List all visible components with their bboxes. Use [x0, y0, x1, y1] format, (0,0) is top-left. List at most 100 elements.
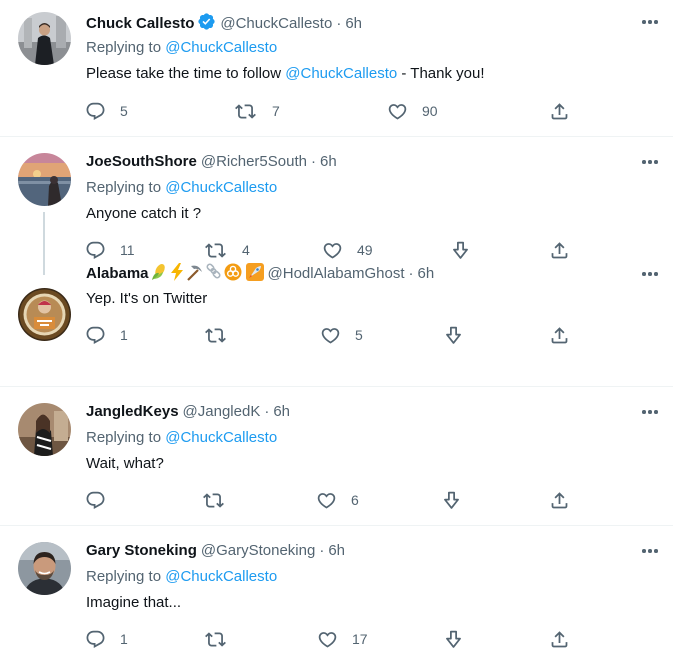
tweet-header: Alabama @HodlAlabamGhost · 6h: [86, 263, 613, 285]
downvote-button[interactable]: [443, 628, 464, 650]
downvote-button[interactable]: [441, 489, 462, 511]
retweet-button[interactable]: [203, 489, 224, 511]
reply-count: 1: [120, 631, 128, 647]
timestamp[interactable]: 6h: [345, 15, 362, 32]
reply-icon: [85, 490, 106, 511]
share-button[interactable]: [549, 324, 570, 346]
tweet-header: JoeSouthShore @Richer5South · 6h: [86, 152, 613, 172]
downvote-icon: [450, 240, 471, 261]
tweet-4[interactable]: JangledKeys @JangledK · 6h Replying to @Chu…: [0, 387, 673, 526]
tweet-3[interactable]: Alabama @HodlAlabamGhost · 6h Yep. It's on …: [0, 263, 673, 387]
like-button[interactable]: 17: [317, 628, 368, 650]
replying-to-label: Replying to: [86, 568, 162, 585]
retweet-icon: [205, 240, 226, 261]
tweet-text: Anyone catch it ?: [86, 205, 202, 222]
more-options-icon[interactable]: [639, 402, 661, 422]
reply-button[interactable]: [85, 489, 106, 511]
share-icon: [549, 490, 570, 511]
more-options-icon[interactable]: [639, 541, 661, 561]
author-handle[interactable]: @ChuckCallesto: [220, 15, 332, 32]
separator-dot: ·: [408, 265, 414, 282]
like-icon: [316, 490, 337, 511]
downvote-button[interactable]: [450, 239, 471, 261]
separator-dot: ·: [310, 153, 316, 170]
more-options-icon[interactable]: [639, 152, 661, 172]
share-icon: [549, 325, 570, 346]
like-count: 5: [355, 327, 363, 343]
rocket-emoji: [245, 263, 264, 288]
downvote-icon: [443, 629, 464, 650]
author-handle[interactable]: @Richer5South: [201, 153, 307, 170]
retweet-button[interactable]: [205, 628, 226, 650]
reply-icon: [85, 101, 106, 122]
separator-dot: ·: [336, 15, 342, 32]
avatar[interactable]: [18, 153, 71, 206]
author-handle[interactable]: @JangledK: [183, 403, 261, 420]
more-options-icon[interactable]: [639, 264, 661, 284]
biohazard-emoji: [224, 263, 242, 288]
avatar[interactable]: [18, 542, 71, 595]
like-button[interactable]: 5: [320, 324, 363, 346]
tweet-text: Please take the time to follow @ChuckCal…: [86, 63, 633, 85]
mention-link[interactable]: @ChuckCallesto: [165, 39, 277, 56]
separator-dot: ·: [264, 403, 270, 420]
author-name[interactable]: Chuck Callesto: [86, 15, 194, 32]
reply-count: 11: [120, 242, 135, 258]
author-name[interactable]: Alabama: [86, 265, 149, 282]
author-name[interactable]: JoeSouthShore: [86, 153, 197, 170]
share-button[interactable]: [549, 100, 570, 122]
avatar[interactable]: [18, 403, 71, 456]
tweet-header: JangledKeys @JangledK · 6h: [86, 402, 613, 422]
tweet-1[interactable]: Chuck Callesto @ChuckCallesto · 6h Replying…: [0, 0, 673, 137]
verified-badge-icon: [197, 12, 216, 37]
reply-count: 1: [120, 327, 128, 343]
reply-button[interactable]: 11: [85, 239, 135, 261]
mention-link[interactable]: @ChuckCallesto: [285, 65, 397, 82]
tweet-text: Yep. It's on Twitter: [86, 290, 208, 307]
lightning-emoji: [169, 263, 185, 288]
author-handle[interactable]: @HodlAlabamGhost: [268, 265, 405, 282]
retweet-button[interactable]: [205, 324, 226, 346]
mention-link[interactable]: @ChuckCallesto: [165, 179, 277, 196]
author-name[interactable]: JangledKeys: [86, 403, 179, 420]
share-button[interactable]: [549, 239, 570, 261]
tweet-text: Imagine that...: [86, 594, 182, 611]
mention-link[interactable]: @ChuckCallesto: [165, 568, 277, 585]
replying-to-label: Replying to: [86, 179, 162, 196]
more-options-icon[interactable]: [639, 12, 661, 32]
mention-link[interactable]: @ChuckCallesto: [165, 429, 277, 446]
like-button[interactable]: 6: [316, 489, 359, 511]
timestamp[interactable]: 6h: [273, 403, 290, 420]
like-count: 49: [357, 242, 373, 258]
downvote-button[interactable]: [443, 324, 464, 346]
replying-to-label: Replying to: [86, 429, 162, 446]
reply-button[interactable]: 5: [85, 100, 128, 122]
retweet-button[interactable]: 7: [235, 100, 280, 122]
like-icon: [387, 101, 408, 122]
timestamp[interactable]: 6h: [418, 265, 435, 282]
replying-to-label: Replying to: [86, 39, 162, 56]
timestamp[interactable]: 6h: [328, 542, 345, 559]
downvote-icon: [441, 490, 462, 511]
reply-button[interactable]: 1: [85, 628, 128, 650]
chain-emoji: [205, 263, 223, 288]
share-icon: [549, 629, 570, 650]
tweet-text-part: - Thank you!: [397, 65, 485, 82]
share-button[interactable]: [549, 628, 570, 650]
timestamp[interactable]: 6h: [320, 153, 337, 170]
replying-to: Replying to @ChuckCallesto: [86, 567, 277, 587]
like-button[interactable]: 49: [322, 239, 373, 261]
author-handle[interactable]: @GaryStoneking: [201, 542, 315, 559]
tweet-2[interactable]: JoeSouthShore @Richer5South · 6h Replying t…: [0, 137, 673, 275]
retweet-button[interactable]: 4: [205, 239, 250, 261]
share-button[interactable]: [549, 489, 570, 511]
like-button[interactable]: 90: [387, 100, 438, 122]
retweet-icon: [235, 101, 256, 122]
like-icon: [322, 240, 343, 261]
tweet-5[interactable]: Gary Stoneking @GaryStoneking · 6h Replying…: [0, 526, 673, 664]
reply-button[interactable]: 1: [85, 324, 128, 346]
share-icon: [549, 101, 570, 122]
avatar[interactable]: [18, 288, 71, 341]
avatar[interactable]: [18, 12, 71, 65]
author-name[interactable]: Gary Stoneking: [86, 542, 197, 559]
